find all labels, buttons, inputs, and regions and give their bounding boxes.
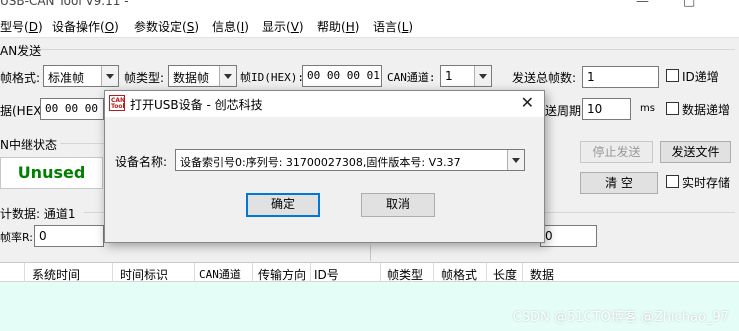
- can-send-group-border: [40, 49, 735, 50]
- column-separator: [252, 263, 253, 282]
- column-separator: [380, 263, 381, 282]
- device-name-label: 设备名称:: [115, 155, 168, 169]
- can-tool-icon: CAN Tool: [109, 95, 126, 111]
- rate-label: 帧率R:: [0, 231, 34, 244]
- data-increment-label: 数据递增: [682, 103, 731, 117]
- minimize-icon[interactable]: —: [636, 0, 649, 9]
- period-input[interactable]: 10: [582, 98, 631, 120]
- col-time-stamp[interactable]: 时间标识: [120, 266, 168, 283]
- maximize-icon[interactable]: □: [683, 0, 695, 9]
- rate-value-field: 0: [34, 225, 104, 247]
- frame-format-select[interactable]: 标准帧: [43, 65, 119, 87]
- can-channel-select[interactable]: 1: [440, 65, 492, 87]
- column-separator: [486, 263, 487, 282]
- frame-format-label: 帧格式:: [0, 71, 41, 85]
- column-separator: [522, 263, 523, 282]
- menu-help[interactable]: 帮助(H): [317, 18, 359, 35]
- column-separator: [24, 263, 25, 282]
- device-name-select[interactable]: 设备索引号0:序列号: 31700027308,固件版本号: V3.37: [175, 149, 525, 171]
- stats-right-field: 0: [540, 225, 597, 247]
- dialog-title: 打开USB设备 - 创芯科技: [130, 98, 263, 112]
- total-frames-input[interactable]: 1: [582, 66, 659, 88]
- can-send-group-title: AN发送: [0, 44, 42, 58]
- frame-id-input[interactable]: 00 00 00 01: [302, 65, 382, 87]
- chevron-down-icon: [474, 66, 491, 86]
- stop-send-button[interactable]: 停止发送: [580, 141, 653, 163]
- stats-group-title: 计数据: 通道1: [0, 207, 76, 221]
- chevron-down-icon: [507, 150, 524, 170]
- dialog-titlebar: CAN Tool 打开USB设备 - 创芯科技 ✕: [105, 91, 544, 117]
- id-increment-checkbox[interactable]: [666, 69, 679, 82]
- relay-group-border: [60, 143, 104, 144]
- can-channel-label: CAN通道:: [387, 71, 436, 84]
- stats-group-border-right: [545, 212, 735, 213]
- open-usb-device-dialog: CAN Tool 打开USB设备 - 创芯科技 ✕ 设备名称: 设备索引号0:序…: [104, 90, 545, 243]
- frame-id-label: 帧ID(HEX):: [240, 71, 304, 84]
- column-separator: [112, 263, 113, 282]
- stats-divider: [370, 245, 371, 261]
- close-icon[interactable]: ✕: [521, 93, 534, 112]
- window-titlebar: USB-CAN Tool V9.11 - — □: [0, 0, 739, 14]
- data-increment-checkbox[interactable]: [666, 102, 679, 115]
- window-title: USB-CAN Tool V9.11 -: [0, 0, 129, 8]
- ok-button[interactable]: 确定: [246, 193, 320, 217]
- id-increment-label: ID递增: [682, 70, 719, 84]
- col-frame-format[interactable]: 帧格式: [441, 266, 477, 283]
- menu-params[interactable]: 参数设定(S): [134, 18, 199, 35]
- chevron-down-icon: [101, 66, 118, 86]
- send-file-button[interactable]: 发送文件: [660, 141, 731, 163]
- menu-view[interactable]: 显示(V): [262, 18, 304, 35]
- col-system-time[interactable]: 系统时间: [32, 266, 80, 283]
- total-frames-label: 发送总帧数:: [512, 71, 577, 85]
- col-length[interactable]: 长度: [493, 266, 517, 283]
- frame-type-label: 帧类型:: [124, 71, 165, 85]
- clear-button[interactable]: 清 空: [580, 172, 658, 194]
- relay-group-title: N中继状态: [0, 138, 57, 152]
- watermark: CSDN @51CTO博客 @Zhichao_97: [512, 310, 729, 325]
- column-separator: [194, 263, 195, 282]
- menu-info[interactable]: 信息(I): [212, 18, 249, 35]
- realtime-save-label: 实时存储: [682, 176, 731, 190]
- menu-model[interactable]: 型号(D): [0, 18, 43, 35]
- column-separator: [310, 263, 311, 282]
- relay-status-display: Unused: [0, 157, 103, 189]
- column-separator: [433, 263, 434, 282]
- message-table-header: 系统时间 时间标识 CAN通道 传输方向 ID号 帧类型 帧格式 长度 数据: [0, 262, 739, 282]
- col-can-channel[interactable]: CAN通道: [199, 266, 241, 282]
- col-data[interactable]: 数据: [530, 266, 554, 283]
- cancel-button[interactable]: 取消: [361, 193, 435, 217]
- col-id[interactable]: ID号: [314, 266, 339, 283]
- menu-language[interactable]: 语言(L): [373, 18, 413, 35]
- chevron-down-icon: [219, 66, 236, 86]
- menu-bar: 型号(D) 设备操作(O) 参数设定(S) 信息(I) 显示(V) 帮助(H) …: [0, 14, 739, 38]
- period-unit: ms: [640, 103, 655, 114]
- period-label: 送周期:: [545, 104, 586, 118]
- realtime-save-checkbox[interactable]: [666, 175, 679, 188]
- col-direction[interactable]: 传输方向: [258, 266, 306, 283]
- stats-group-border-left: [84, 212, 104, 213]
- menu-device-ops[interactable]: 设备操作(O): [52, 18, 119, 35]
- data-input[interactable]: 00 00 00: [40, 98, 104, 120]
- col-frame-type[interactable]: 帧类型: [387, 266, 423, 283]
- frame-type-select[interactable]: 数据帧: [168, 65, 237, 87]
